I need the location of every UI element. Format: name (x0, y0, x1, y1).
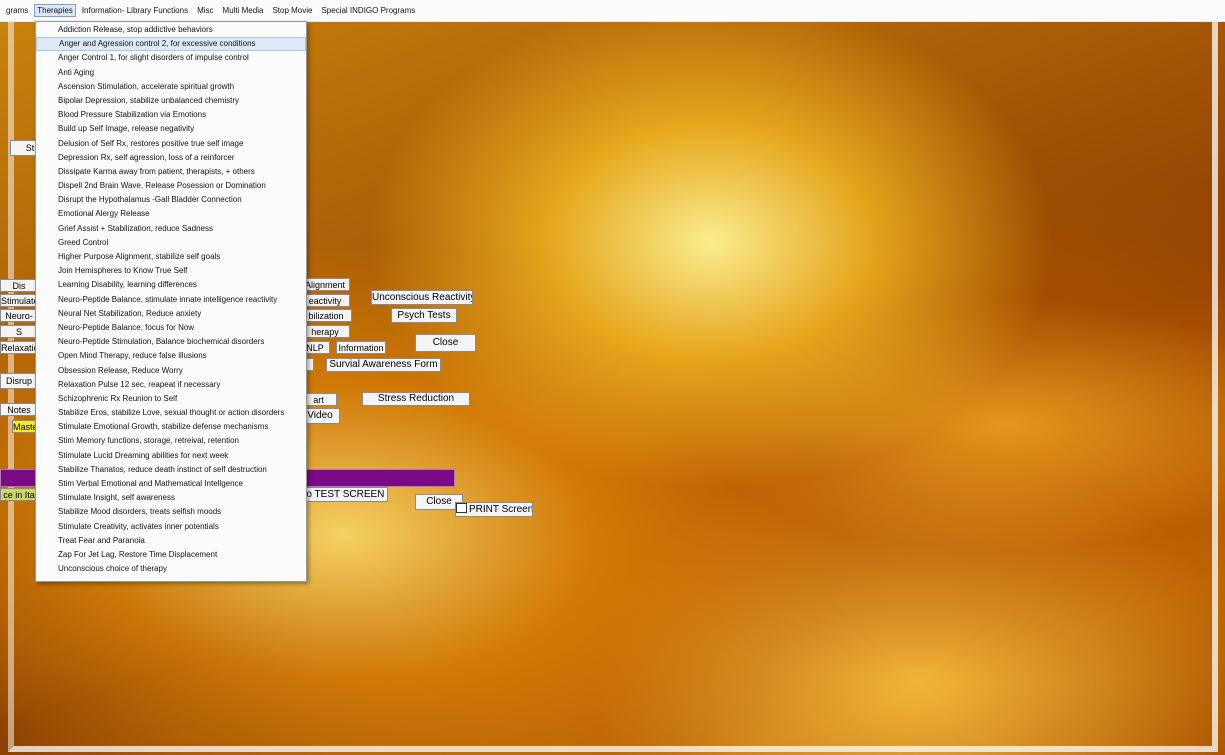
therapy-menu-item[interactable]: Build up Self Image, release negativity (36, 122, 306, 136)
stabilization-button[interactable]: bilization (300, 309, 352, 322)
notes-button[interactable]: Notes (0, 403, 38, 416)
therapy-menu-item[interactable]: Obsession Release, Reduce Worry (36, 364, 306, 378)
psych-tests-button[interactable]: Psych Tests (391, 308, 457, 323)
therapies-dropdown-menu: Addiction Release, stop addictive behavi… (35, 21, 307, 582)
therapy-menu-item[interactable]: Stimulate Creativity, activates inner po… (36, 520, 306, 534)
information-button[interactable]: Information (336, 341, 386, 354)
therapy-menu-item[interactable]: Disrupt the Hypothalamus -Gall Bladder C… (36, 193, 306, 207)
therapy-menu-item[interactable]: Stimulate Emotional Growth, stabilize de… (36, 420, 306, 434)
printer-icon (456, 503, 467, 513)
therapy-menu-item[interactable]: Stim Memory functions, storage, retreiva… (36, 434, 306, 448)
therapy-menu-item[interactable]: Stimulate Insight, self awareness (36, 491, 306, 505)
menu-misc[interactable]: Misc (194, 4, 216, 17)
menu-bar: grams Therapies Information- Library Fun… (0, 0, 1225, 22)
therapy-menu-item[interactable]: Schizophrenic Rx Reunion to Self (36, 392, 306, 406)
therapy-menu-item[interactable]: Emotional Alergy Release (36, 207, 306, 221)
neuro-button[interactable]: Neuro- (0, 309, 38, 322)
alignment-button[interactable]: Alignment (300, 278, 350, 291)
print-screen-label: PRINT Screen (469, 504, 533, 515)
menu-special-indigo[interactable]: Special INDIGO Programs (318, 4, 418, 17)
therapy-menu-item[interactable]: Open Mind Therapy, reduce false illusion… (36, 349, 306, 363)
menu-stop-movie[interactable]: Stop Movie (269, 4, 315, 17)
relaxation-button[interactable]: Relaxation (0, 341, 38, 354)
stress-reduction-button[interactable]: Stress Reduction (362, 392, 470, 406)
stimulate-button[interactable]: Stimulate (0, 294, 38, 307)
survival-awareness-form-button[interactable]: Survial Awareness Form (326, 358, 441, 372)
therapy-menu-item[interactable]: Treat Fear and Paranoia (36, 534, 306, 548)
therapy-menu-item[interactable]: Stabilize Mood disorders, treats selfish… (36, 505, 306, 519)
close-top-button[interactable]: Close (415, 334, 476, 352)
therapy-menu-item[interactable]: Neuro-Peptide Stimulation, Balance bioch… (36, 335, 306, 349)
therapy-menu-item[interactable]: Dissipate Karma away from patient, thera… (36, 165, 306, 179)
therapy-menu-item[interactable]: Relaxation Pulse 12 sec, reapeat if nece… (36, 378, 306, 392)
therapy-menu-item[interactable]: Stabilize Eros, stabilize Love, sexual t… (36, 406, 306, 420)
therapy-menu-item[interactable]: Blood Pressure Stabilization via Emotion… (36, 108, 306, 122)
therapy-menu-item[interactable]: Dispell 2nd Brain Wave, Release Posessio… (36, 179, 306, 193)
therapy-menu-item[interactable]: Ascension Stimulation, accelerate spirit… (36, 80, 306, 94)
therapy-menu-item[interactable]: Higher Purpose Alignment, stabilize self… (36, 250, 306, 264)
dis-button[interactable]: Dis (0, 279, 38, 292)
menu-therapies[interactable]: Therapies (34, 4, 76, 17)
therapy-menu-item[interactable]: Addiction Release, stop addictive behavi… (36, 23, 306, 37)
therapy-menu-item[interactable]: Neuro-Peptide Balance, focus for Now (36, 321, 306, 335)
print-screen-button[interactable]: PRINT Screen (455, 502, 533, 517)
therapy-menu-item[interactable]: Bipolar Depression, stabilize unbalanced… (36, 94, 306, 108)
therapy-menu-item[interactable]: Neuro-Peptide Balance, stimulate innate … (36, 293, 306, 307)
menu-programs[interactable]: grams (3, 4, 31, 17)
therapy-menu-item[interactable]: Anger Control 1, for slight disorders of… (36, 51, 306, 65)
menu-information-library[interactable]: Information- Library Functions (79, 4, 191, 17)
therapy-menu-item[interactable]: Anti Aging (36, 66, 306, 80)
therapy-menu-item[interactable]: Grief Assist + Stabilization, reduce Sad… (36, 222, 306, 236)
therapy-button[interactable]: herapy (300, 325, 350, 338)
therapy-menu-item[interactable]: Unconscious choice of therapy (36, 562, 306, 576)
s-button[interactable]: S (0, 325, 38, 338)
therapy-menu-item[interactable]: Greed Control (36, 236, 306, 250)
reactivity-button[interactable]: eactivity (300, 294, 350, 307)
therapy-menu-item[interactable]: Learning Disability, learning difference… (36, 278, 306, 292)
therapy-menu-item[interactable]: Zap For Jet Lag, Restore Time Displaceme… (36, 548, 306, 562)
therapy-menu-item[interactable]: Stim Verbal Emotional and Mathematical I… (36, 477, 306, 491)
unconscious-reactivity-button[interactable]: Unconscious Reactivity (371, 290, 473, 305)
therapy-menu-item[interactable]: Depression Rx, self agression, loss of a… (36, 151, 306, 165)
disrupt-button[interactable]: Disrup (0, 373, 38, 389)
therapy-menu-item[interactable]: Delusion of Self Rx, restores positive t… (36, 137, 306, 151)
therapy-menu-item[interactable]: Anger and Agression control 2, for exces… (36, 37, 306, 52)
therapy-menu-item[interactable]: Stimulate Lucid Dreaming abilities for n… (36, 449, 306, 463)
menu-multi-media[interactable]: Multi Media (220, 4, 267, 17)
ice-in-button[interactable]: ce in Ita (0, 488, 38, 501)
test-screen-button[interactable]: to TEST SCREEN (300, 487, 388, 502)
therapy-menu-item[interactable]: Stabilize Thanatos, reduce death instinc… (36, 463, 306, 477)
therapy-menu-item[interactable]: Neural Net Stabilization, Reduce anxiety (36, 307, 306, 321)
therapy-menu-item[interactable]: Join Hemispheres to Know True Self (36, 264, 306, 278)
